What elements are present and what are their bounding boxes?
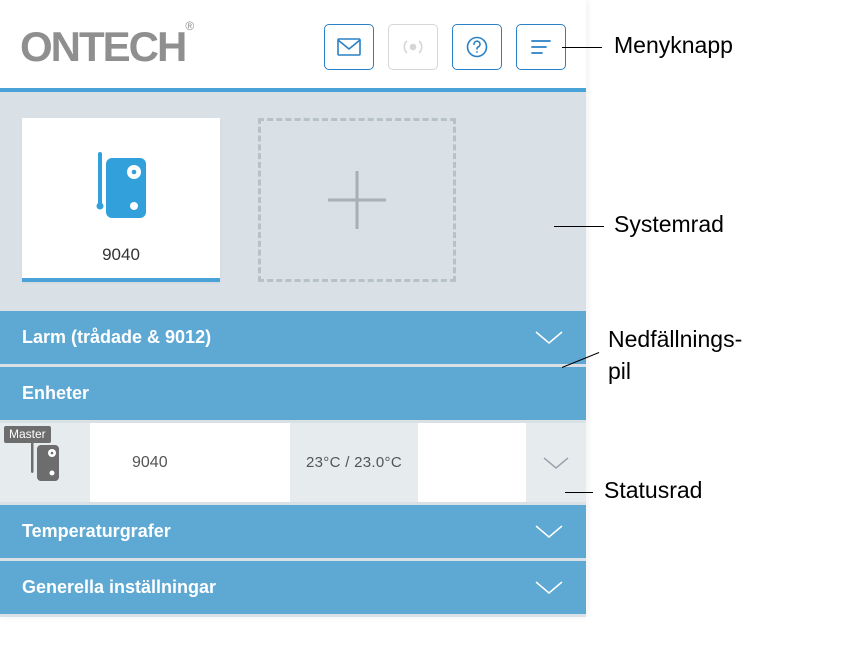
broadcast-icon	[400, 37, 426, 57]
status-temperature: 23°C / 23.0°C	[290, 423, 418, 502]
brand-text: ONTECH	[20, 23, 185, 70]
device-mini-icon	[27, 439, 63, 487]
trademark-symbol: ®	[185, 19, 194, 33]
add-device-card[interactable]	[258, 118, 456, 282]
chevron-down-icon	[534, 580, 564, 596]
section-generella-label: Generella inställningar	[22, 577, 216, 598]
anno-dropdown-arrow-1: Nedfällnings-	[608, 326, 742, 353]
anno-status-row: Statusrad	[604, 477, 702, 504]
chevron-down-icon	[542, 456, 570, 470]
device-card-label: 9040	[102, 245, 140, 265]
section-temperaturgrafer-label: Temperaturgrafer	[22, 521, 171, 542]
status-device-icon-cell: Master	[0, 423, 90, 502]
section-larm[interactable]: Larm (trådade & 9012)	[0, 308, 586, 364]
plus-icon	[328, 171, 386, 229]
menu-button[interactable]	[516, 24, 566, 70]
status-device-name: 9040	[90, 423, 290, 502]
section-enheter[interactable]: Enheter	[0, 364, 586, 420]
system-row: 9040	[0, 92, 586, 308]
chevron-down-icon	[534, 524, 564, 540]
menu-icon	[530, 39, 552, 55]
app-header: ONTECH®	[0, 0, 586, 88]
app-frame: ONTECH®	[0, 0, 586, 617]
chevron-down-icon	[534, 330, 564, 346]
help-icon	[466, 36, 488, 58]
section-enheter-label: Enheter	[22, 383, 89, 404]
messages-button[interactable]	[324, 24, 374, 70]
master-badge: Master	[4, 426, 51, 443]
status-spacer	[418, 423, 526, 502]
section-temperaturgrafer[interactable]: Temperaturgrafer	[0, 502, 586, 558]
section-larm-label: Larm (trådade & 9012)	[22, 327, 211, 348]
brand-logo: ONTECH®	[20, 26, 204, 68]
device-icon	[86, 145, 156, 235]
help-button[interactable]	[452, 24, 502, 70]
status-row: Master 9040 23°C / 23.0°C	[0, 420, 586, 502]
envelope-icon	[337, 38, 361, 56]
anno-system-row: Systemrad	[614, 211, 724, 238]
section-generella[interactable]: Generella inställningar	[0, 558, 586, 617]
broadcast-button[interactable]	[388, 24, 438, 70]
anno-dropdown-arrow-2: pil	[608, 358, 631, 385]
status-expand-button[interactable]	[526, 423, 586, 502]
anno-menu-button: Menyknapp	[614, 32, 733, 59]
device-card-9040[interactable]: 9040	[22, 118, 220, 282]
